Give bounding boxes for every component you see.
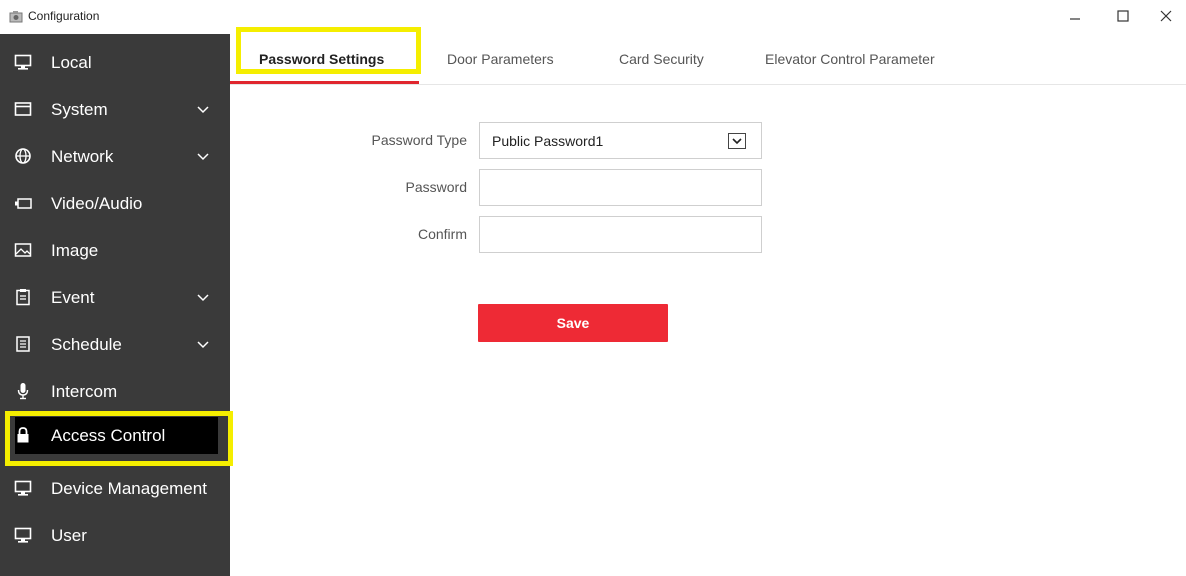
chevron-down-icon[interactable] (728, 133, 746, 149)
camera-icon (13, 194, 33, 212)
sidebar: Local System Network Video/Audio Image E… (0, 34, 230, 576)
password-type-value: Public Password1 (492, 133, 604, 149)
sidebar-item-video-audio[interactable]: Video/Audio (0, 180, 230, 227)
password-type-select[interactable]: Public Password1 (479, 122, 762, 159)
tab-elevator-control-parameter[interactable]: Elevator Control Parameter (765, 51, 935, 67)
tab-bar: Password Settings Door Parameters Card S… (230, 34, 1186, 85)
save-button[interactable]: Save (478, 304, 668, 342)
confirm-password-field[interactable] (479, 216, 762, 253)
sidebar-item-label: Event (51, 288, 95, 307)
monitor-icon (13, 53, 33, 71)
chevron-down-icon (196, 291, 210, 303)
sidebar-item-system[interactable]: System (0, 86, 230, 133)
image-icon (13, 241, 33, 259)
tab-door-parameters[interactable]: Door Parameters (447, 51, 554, 67)
sidebar-item-label: User (51, 526, 87, 545)
sidebar-item-image[interactable]: Image (0, 227, 230, 274)
title-bar: Configuration (0, 0, 1186, 34)
tab-card-security[interactable]: Card Security (619, 51, 704, 67)
sidebar-item-access-control[interactable]: Access Control (15, 417, 218, 454)
sidebar-item-event[interactable]: Event (0, 274, 230, 321)
close-button[interactable] (1150, 4, 1182, 28)
calendar-icon (13, 335, 33, 353)
sidebar-item-label: Schedule (51, 335, 122, 354)
sidebar-item-label: System (51, 100, 108, 119)
sidebar-item-schedule[interactable]: Schedule (0, 321, 230, 368)
tab-password-settings[interactable]: Password Settings (259, 51, 384, 67)
sidebar-item-network[interactable]: Network (0, 133, 230, 180)
monitor-icon (13, 479, 33, 497)
sidebar-item-user[interactable]: User (0, 512, 230, 559)
monitor-icon (13, 526, 33, 544)
password-field[interactable] (479, 169, 762, 206)
sidebar-item-device-management[interactable]: Device Management (0, 465, 230, 512)
clipboard-icon (13, 288, 33, 306)
password-label: Password (405, 179, 467, 195)
maximize-button[interactable] (1107, 4, 1139, 28)
app-icon (9, 10, 23, 23)
sidebar-item-label: Intercom (51, 382, 118, 401)
confirm-label: Confirm (417, 226, 467, 242)
minimize-button[interactable] (1059, 4, 1091, 28)
globe-icon (13, 147, 33, 165)
sidebar-item-intercom[interactable]: Intercom (0, 368, 230, 415)
microphone-icon (13, 382, 33, 400)
chevron-down-icon (196, 338, 210, 350)
sidebar-item-label: Device Management (51, 479, 207, 498)
sidebar-item-label: Network (51, 147, 114, 166)
chevron-down-icon (196, 103, 210, 115)
window-title: Configuration (28, 9, 100, 23)
sidebar-item-label: Access Control (51, 426, 166, 445)
sidebar-item-local[interactable]: Local (0, 39, 230, 86)
sidebar-item-label: Image (51, 241, 99, 260)
lock-icon (13, 426, 33, 444)
active-tab-indicator (230, 81, 419, 84)
sidebar-item-label: Local (51, 53, 92, 72)
chevron-down-icon (196, 150, 210, 162)
window-icon (13, 100, 33, 118)
password-type-label: Password Type (371, 132, 467, 148)
sidebar-item-label: Video/Audio (51, 194, 143, 213)
